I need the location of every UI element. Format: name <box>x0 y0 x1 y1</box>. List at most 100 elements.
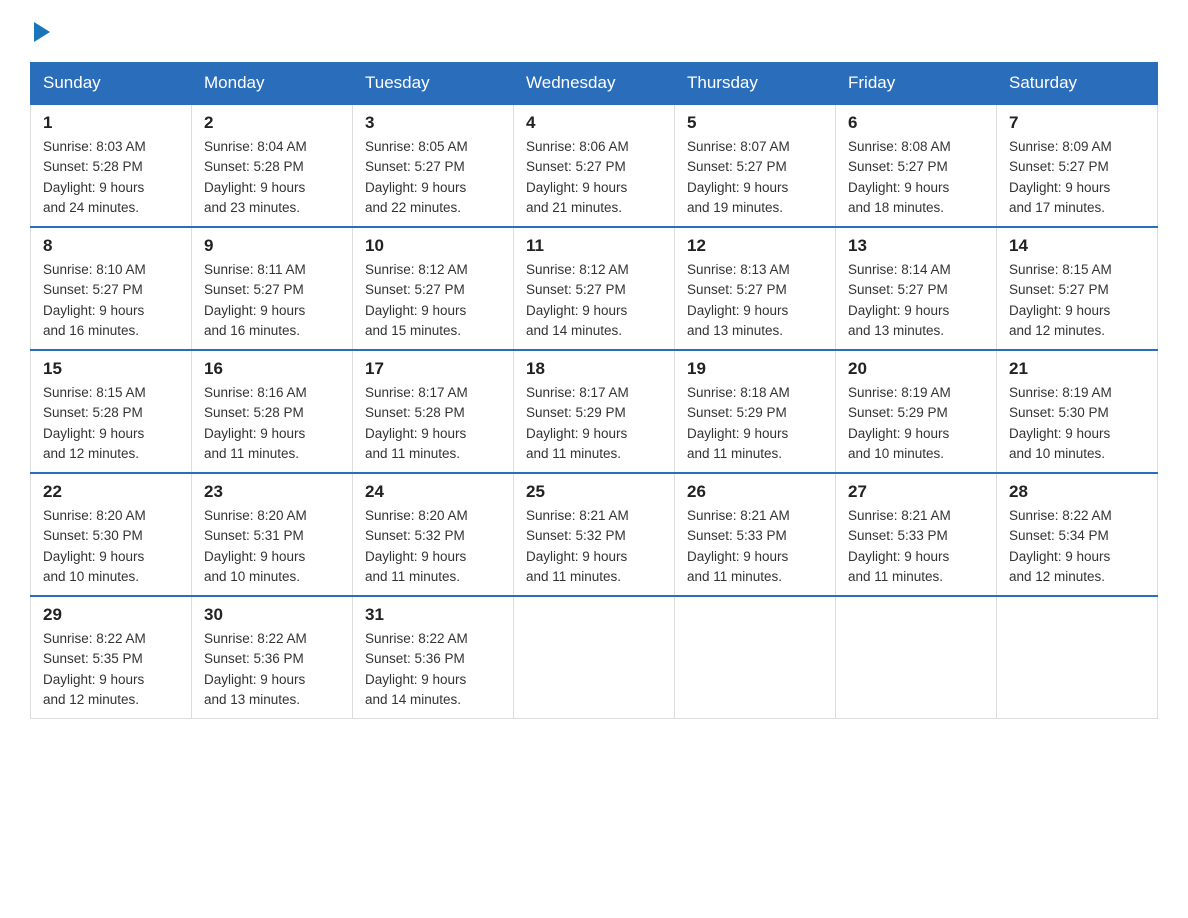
page-header <box>30 20 1158 42</box>
day-number: 19 <box>687 359 823 379</box>
weekday-header-thursday: Thursday <box>675 63 836 105</box>
day-number: 21 <box>1009 359 1145 379</box>
calendar-week-2: 8 Sunrise: 8:10 AM Sunset: 5:27 PM Dayli… <box>31 227 1158 350</box>
day-info: Sunrise: 8:20 AM Sunset: 5:32 PM Dayligh… <box>365 508 468 584</box>
day-number: 18 <box>526 359 662 379</box>
day-number: 14 <box>1009 236 1145 256</box>
calendar-table: SundayMondayTuesdayWednesdayThursdayFrid… <box>30 62 1158 719</box>
day-info: Sunrise: 8:10 AM Sunset: 5:27 PM Dayligh… <box>43 262 146 338</box>
day-info: Sunrise: 8:13 AM Sunset: 5:27 PM Dayligh… <box>687 262 790 338</box>
day-info: Sunrise: 8:04 AM Sunset: 5:28 PM Dayligh… <box>204 139 307 215</box>
day-info: Sunrise: 8:05 AM Sunset: 5:27 PM Dayligh… <box>365 139 468 215</box>
day-number: 13 <box>848 236 984 256</box>
day-number: 17 <box>365 359 501 379</box>
calendar-day-cell: 30 Sunrise: 8:22 AM Sunset: 5:36 PM Dayl… <box>192 596 353 719</box>
day-number: 31 <box>365 605 501 625</box>
day-info: Sunrise: 8:11 AM Sunset: 5:27 PM Dayligh… <box>204 262 306 338</box>
day-info: Sunrise: 8:08 AM Sunset: 5:27 PM Dayligh… <box>848 139 951 215</box>
calendar-day-cell: 7 Sunrise: 8:09 AM Sunset: 5:27 PM Dayli… <box>997 104 1158 227</box>
day-info: Sunrise: 8:21 AM Sunset: 5:33 PM Dayligh… <box>687 508 790 584</box>
day-number: 9 <box>204 236 340 256</box>
day-number: 2 <box>204 113 340 133</box>
day-number: 15 <box>43 359 179 379</box>
calendar-day-cell: 24 Sunrise: 8:20 AM Sunset: 5:32 PM Dayl… <box>353 473 514 596</box>
calendar-header-row: SundayMondayTuesdayWednesdayThursdayFrid… <box>31 63 1158 105</box>
day-info: Sunrise: 8:17 AM Sunset: 5:28 PM Dayligh… <box>365 385 468 461</box>
weekday-header-friday: Friday <box>836 63 997 105</box>
calendar-week-1: 1 Sunrise: 8:03 AM Sunset: 5:28 PM Dayli… <box>31 104 1158 227</box>
day-info: Sunrise: 8:17 AM Sunset: 5:29 PM Dayligh… <box>526 385 629 461</box>
calendar-day-cell: 25 Sunrise: 8:21 AM Sunset: 5:32 PM Dayl… <box>514 473 675 596</box>
calendar-day-cell: 12 Sunrise: 8:13 AM Sunset: 5:27 PM Dayl… <box>675 227 836 350</box>
weekday-header-wednesday: Wednesday <box>514 63 675 105</box>
day-info: Sunrise: 8:06 AM Sunset: 5:27 PM Dayligh… <box>526 139 629 215</box>
day-number: 20 <box>848 359 984 379</box>
day-number: 26 <box>687 482 823 502</box>
day-number: 4 <box>526 113 662 133</box>
calendar-day-cell: 8 Sunrise: 8:10 AM Sunset: 5:27 PM Dayli… <box>31 227 192 350</box>
calendar-day-cell: 10 Sunrise: 8:12 AM Sunset: 5:27 PM Dayl… <box>353 227 514 350</box>
day-info: Sunrise: 8:22 AM Sunset: 5:36 PM Dayligh… <box>365 631 468 707</box>
calendar-day-cell: 15 Sunrise: 8:15 AM Sunset: 5:28 PM Dayl… <box>31 350 192 473</box>
calendar-day-cell <box>514 596 675 719</box>
weekday-header-tuesday: Tuesday <box>353 63 514 105</box>
day-number: 12 <box>687 236 823 256</box>
calendar-day-cell <box>836 596 997 719</box>
day-number: 7 <box>1009 113 1145 133</box>
day-info: Sunrise: 8:20 AM Sunset: 5:31 PM Dayligh… <box>204 508 307 584</box>
day-info: Sunrise: 8:07 AM Sunset: 5:27 PM Dayligh… <box>687 139 790 215</box>
day-number: 22 <box>43 482 179 502</box>
day-number: 29 <box>43 605 179 625</box>
calendar-day-cell: 3 Sunrise: 8:05 AM Sunset: 5:27 PM Dayli… <box>353 104 514 227</box>
logo <box>30 20 50 42</box>
weekday-header-saturday: Saturday <box>997 63 1158 105</box>
weekday-header-sunday: Sunday <box>31 63 192 105</box>
calendar-day-cell: 13 Sunrise: 8:14 AM Sunset: 5:27 PM Dayl… <box>836 227 997 350</box>
day-info: Sunrise: 8:22 AM Sunset: 5:36 PM Dayligh… <box>204 631 307 707</box>
day-info: Sunrise: 8:09 AM Sunset: 5:27 PM Dayligh… <box>1009 139 1112 215</box>
calendar-day-cell: 11 Sunrise: 8:12 AM Sunset: 5:27 PM Dayl… <box>514 227 675 350</box>
calendar-week-5: 29 Sunrise: 8:22 AM Sunset: 5:35 PM Dayl… <box>31 596 1158 719</box>
calendar-day-cell: 29 Sunrise: 8:22 AM Sunset: 5:35 PM Dayl… <box>31 596 192 719</box>
calendar-day-cell: 22 Sunrise: 8:20 AM Sunset: 5:30 PM Dayl… <box>31 473 192 596</box>
day-info: Sunrise: 8:03 AM Sunset: 5:28 PM Dayligh… <box>43 139 146 215</box>
calendar-week-3: 15 Sunrise: 8:15 AM Sunset: 5:28 PM Dayl… <box>31 350 1158 473</box>
day-number: 6 <box>848 113 984 133</box>
calendar-week-4: 22 Sunrise: 8:20 AM Sunset: 5:30 PM Dayl… <box>31 473 1158 596</box>
day-info: Sunrise: 8:12 AM Sunset: 5:27 PM Dayligh… <box>365 262 468 338</box>
calendar-day-cell: 19 Sunrise: 8:18 AM Sunset: 5:29 PM Dayl… <box>675 350 836 473</box>
calendar-day-cell: 20 Sunrise: 8:19 AM Sunset: 5:29 PM Dayl… <box>836 350 997 473</box>
calendar-day-cell: 27 Sunrise: 8:21 AM Sunset: 5:33 PM Dayl… <box>836 473 997 596</box>
calendar-day-cell: 5 Sunrise: 8:07 AM Sunset: 5:27 PM Dayli… <box>675 104 836 227</box>
day-info: Sunrise: 8:14 AM Sunset: 5:27 PM Dayligh… <box>848 262 951 338</box>
day-number: 5 <box>687 113 823 133</box>
calendar-day-cell: 1 Sunrise: 8:03 AM Sunset: 5:28 PM Dayli… <box>31 104 192 227</box>
day-number: 27 <box>848 482 984 502</box>
day-number: 3 <box>365 113 501 133</box>
day-number: 23 <box>204 482 340 502</box>
day-number: 28 <box>1009 482 1145 502</box>
day-number: 10 <box>365 236 501 256</box>
logo-arrow-icon <box>34 22 50 42</box>
weekday-header-monday: Monday <box>192 63 353 105</box>
day-number: 11 <box>526 236 662 256</box>
day-info: Sunrise: 8:15 AM Sunset: 5:27 PM Dayligh… <box>1009 262 1112 338</box>
day-number: 8 <box>43 236 179 256</box>
day-number: 24 <box>365 482 501 502</box>
calendar-day-cell: 16 Sunrise: 8:16 AM Sunset: 5:28 PM Dayl… <box>192 350 353 473</box>
calendar-day-cell: 4 Sunrise: 8:06 AM Sunset: 5:27 PM Dayli… <box>514 104 675 227</box>
calendar-day-cell: 26 Sunrise: 8:21 AM Sunset: 5:33 PM Dayl… <box>675 473 836 596</box>
calendar-day-cell: 17 Sunrise: 8:17 AM Sunset: 5:28 PM Dayl… <box>353 350 514 473</box>
day-info: Sunrise: 8:16 AM Sunset: 5:28 PM Dayligh… <box>204 385 307 461</box>
calendar-day-cell: 2 Sunrise: 8:04 AM Sunset: 5:28 PM Dayli… <box>192 104 353 227</box>
day-info: Sunrise: 8:21 AM Sunset: 5:33 PM Dayligh… <box>848 508 951 584</box>
day-info: Sunrise: 8:15 AM Sunset: 5:28 PM Dayligh… <box>43 385 146 461</box>
calendar-day-cell: 23 Sunrise: 8:20 AM Sunset: 5:31 PM Dayl… <box>192 473 353 596</box>
calendar-day-cell: 6 Sunrise: 8:08 AM Sunset: 5:27 PM Dayli… <box>836 104 997 227</box>
day-info: Sunrise: 8:21 AM Sunset: 5:32 PM Dayligh… <box>526 508 629 584</box>
day-info: Sunrise: 8:20 AM Sunset: 5:30 PM Dayligh… <box>43 508 146 584</box>
day-number: 16 <box>204 359 340 379</box>
calendar-day-cell <box>997 596 1158 719</box>
day-info: Sunrise: 8:18 AM Sunset: 5:29 PM Dayligh… <box>687 385 790 461</box>
day-info: Sunrise: 8:22 AM Sunset: 5:34 PM Dayligh… <box>1009 508 1112 584</box>
